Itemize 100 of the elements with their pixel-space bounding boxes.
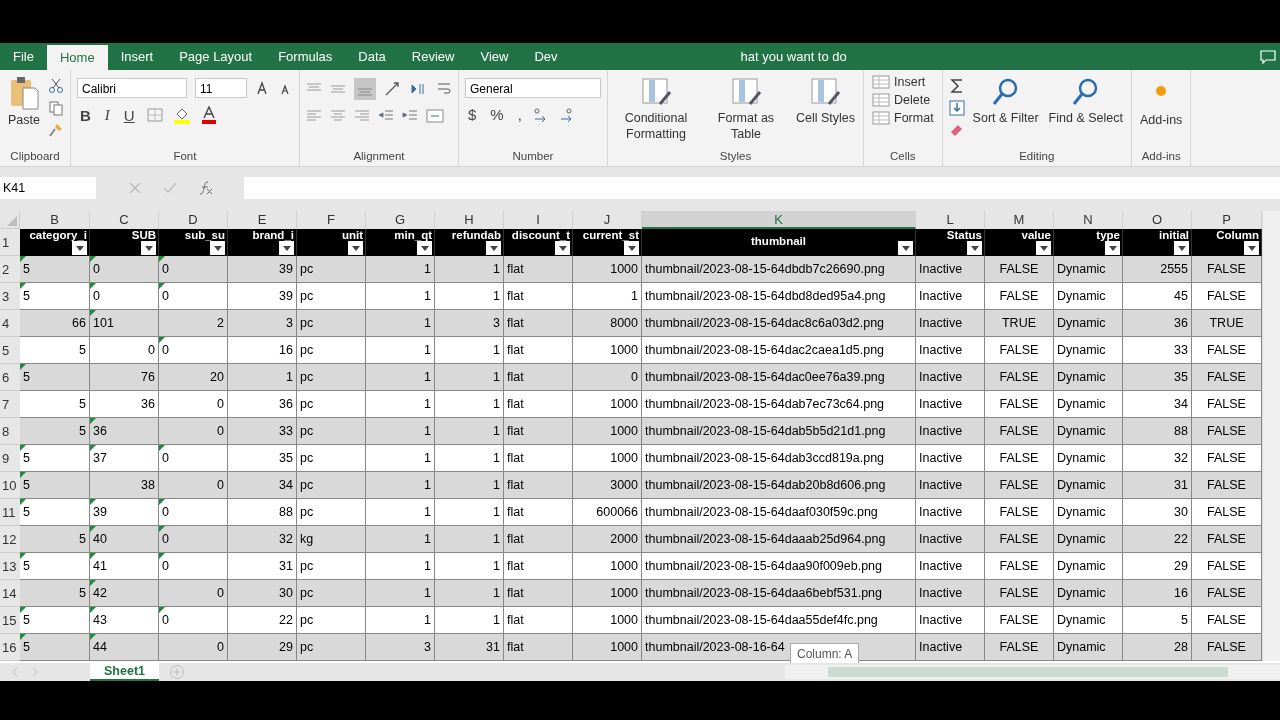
number-format-button[interactable]: , [514, 106, 525, 123]
tell-me-text[interactable]: hat you want to do [740, 49, 847, 64]
sheet-tab[interactable]: Sheet1 [90, 663, 159, 681]
column-header[interactable]: D [159, 211, 228, 229]
row-number[interactable]: 2 [0, 256, 20, 283]
font-style-button[interactable]: B [76, 106, 94, 124]
filter-button[interactable] [486, 241, 501, 255]
filter-button[interactable] [555, 241, 570, 255]
filter-button[interactable] [141, 241, 156, 255]
font-style-button[interactable]: I [101, 106, 113, 124]
merge-cells-icon[interactable] [425, 108, 444, 124]
column-header[interactable]: F [297, 211, 366, 229]
formula-field[interactable] [244, 177, 1280, 199]
row-number[interactable]: 13 [0, 553, 20, 580]
font-size-field[interactable]: 11 [194, 78, 247, 98]
cells-button[interactable]: Format [870, 110, 936, 126]
ribbon-tab[interactable]: Formulas [265, 43, 346, 70]
row-number[interactable]: 6 [0, 364, 20, 391]
column-header[interactable]: I [504, 211, 573, 229]
ribbon-tab[interactable]: Home [46, 45, 108, 70]
name-box[interactable]: K41 [0, 177, 96, 199]
column-header[interactable]: L [916, 211, 985, 229]
cells-button[interactable]: Delete [870, 92, 933, 108]
function-icon[interactable] [198, 180, 214, 196]
ribbon-tab[interactable]: Data [345, 43, 399, 70]
column-header[interactable]: P [1192, 211, 1262, 229]
column-header[interactable]: B [20, 211, 90, 229]
row-number[interactable]: 5 [0, 337, 20, 364]
editing-button[interactable]: Sort & Filter [970, 74, 1041, 128]
styles-button[interactable]: Cell Styles [793, 74, 857, 128]
decrease-indent-icon[interactable] [377, 109, 394, 123]
horizontal-scrollbar[interactable] [785, 665, 1280, 679]
filter-button[interactable] [1244, 241, 1259, 255]
column-header[interactable]: J [573, 211, 642, 229]
styles-button[interactable]: Format as Table [703, 74, 788, 144]
row-number[interactable]: 11 [0, 499, 20, 526]
ribbon-tab[interactable]: View [467, 43, 522, 70]
header-label: value [1021, 229, 1051, 242]
filter-button[interactable] [1105, 241, 1120, 255]
number-format-button[interactable]: % [487, 106, 507, 123]
row-number[interactable]: 8 [0, 418, 20, 445]
cells-button[interactable]: Insert [870, 74, 928, 90]
row-number[interactable]: 12 [0, 526, 20, 553]
caret-icon [970, 245, 979, 251]
column-header[interactable]: M [985, 211, 1054, 229]
row-number[interactable]: 14 [0, 580, 20, 607]
row-number[interactable]: 10 [0, 472, 20, 499]
row-number[interactable]: 7 [0, 391, 20, 418]
autosum-icon[interactable] [948, 78, 965, 94]
filter-button[interactable] [417, 241, 432, 255]
cut-icon[interactable] [47, 78, 64, 94]
ribbon-tab[interactable]: Insert [107, 43, 167, 70]
comment-icon[interactable] [1260, 49, 1276, 64]
filter-button[interactable] [967, 241, 982, 255]
filter-button[interactable] [348, 241, 363, 255]
header-label: discount_t [511, 229, 570, 242]
column-header[interactable]: O [1123, 211, 1192, 229]
filter-button[interactable] [1174, 241, 1189, 255]
vertical-scrollbar[interactable] [1262, 211, 1280, 661]
fill-color-icon[interactable] [171, 106, 192, 124]
filter-button[interactable] [624, 241, 639, 255]
filter-button[interactable] [279, 241, 294, 255]
filter-button[interactable] [72, 241, 87, 255]
ribbon-tab[interactable]: Dev [521, 43, 571, 70]
copy-icon[interactable] [47, 100, 64, 116]
filter-button[interactable] [210, 241, 225, 255]
row-number[interactable]: 3 [0, 283, 20, 310]
number-format-field[interactable]: General [464, 78, 601, 98]
row-number[interactable]: 16 [0, 634, 20, 661]
filter-button[interactable] [1036, 241, 1051, 255]
number-format-button[interactable]: $ [464, 106, 480, 123]
column-header[interactable]: G [366, 211, 435, 229]
wrap-text-icon[interactable] [435, 81, 452, 97]
table-cell: Inactive [916, 499, 985, 526]
font-style-button[interactable]: U [120, 106, 138, 124]
ribbon-tab[interactable]: File [0, 43, 47, 70]
column-header[interactable]: N [1054, 211, 1123, 229]
row-number[interactable]: 9 [0, 445, 20, 472]
column-header[interactable]: K [642, 211, 916, 229]
row-number[interactable]: 15 [0, 607, 20, 634]
row-number[interactable]: 1 [0, 229, 20, 256]
filter-button[interactable] [898, 241, 913, 255]
column-header[interactable]: E [228, 211, 297, 229]
table-cell: 5 [20, 634, 90, 661]
column-header[interactable]: C [90, 211, 159, 229]
paste-button[interactable]: Paste [6, 74, 42, 130]
ribbon-tab[interactable]: Review [398, 43, 468, 70]
font-color-icon[interactable] [199, 106, 218, 124]
styles-button[interactable]: Conditional Formatting [613, 74, 698, 144]
table-cell: 0 [159, 607, 228, 634]
add-ins-button[interactable]: Add-ins [1137, 74, 1185, 130]
font-family-field[interactable]: Calibri [76, 78, 187, 98]
orientation-icon[interactable] [383, 81, 402, 97]
column-header[interactable]: H [435, 211, 504, 229]
row-number[interactable]: 4 [0, 310, 20, 337]
increase-indent-icon[interactable] [401, 109, 418, 123]
fill-icon[interactable] [948, 100, 965, 116]
ribbon-tab[interactable]: Page Layout [166, 43, 266, 70]
editing-button[interactable]: Find & Select [1046, 74, 1125, 128]
format-painter-icon[interactable] [47, 122, 64, 138]
